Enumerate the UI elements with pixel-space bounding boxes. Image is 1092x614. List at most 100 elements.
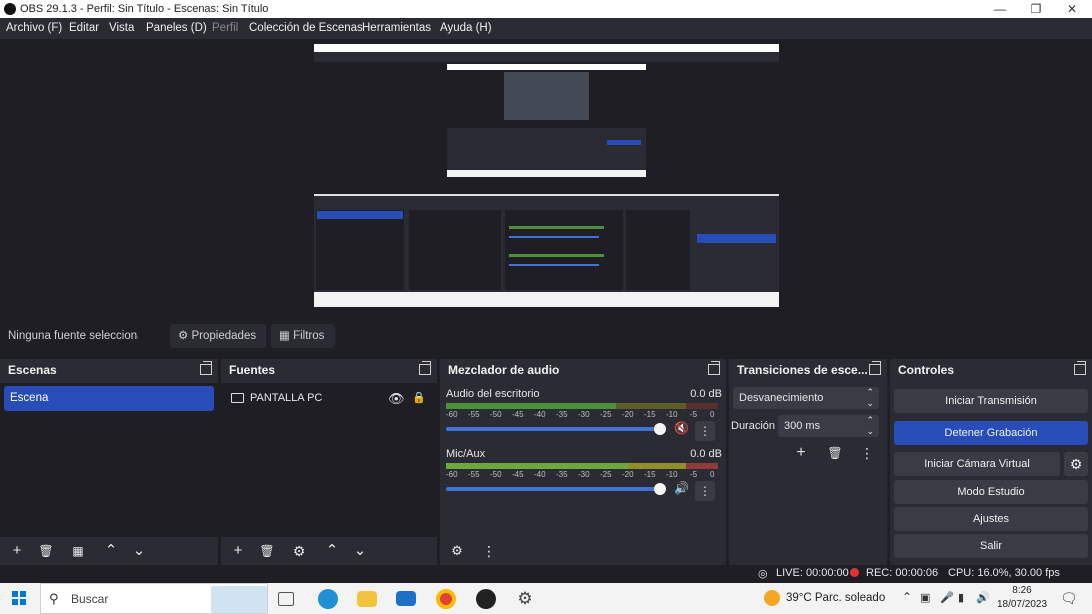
transition-selected: Desvanecimiento [739,392,824,404]
obs-logo-icon [4,3,16,15]
scene-item[interactable]: Escena [4,386,214,411]
undock-icon[interactable] [869,361,881,375]
windows-start-icon[interactable] [12,591,26,605]
start-virtual-camera-button[interactable]: Iniciar Cámara Virtual [894,452,1060,476]
controls-header: Controles [890,359,1092,381]
search-icon: ⚲ [49,591,59,606]
undock-icon[interactable] [419,361,431,375]
mixer-channels: Audio del escritorio 0.0 dB -60 -55 -50 … [440,383,726,537]
battery-icon[interactable]: ▮ [958,591,964,604]
taskbar-search-box[interactable]: ⚲ Buscar [40,583,268,614]
stop-recording-button[interactable]: Detener Grabación [894,421,1088,445]
more-options-icon[interactable]: ⋮ [695,421,715,441]
scenes-title: Escenas [8,363,57,377]
cpu-fps: CPU: 16.0%, 30.00 fps [948,567,1060,579]
spin-arrows-icon[interactable]: ⌃ ⌄ [866,415,874,437]
trash-icon[interactable]: 🗑 [35,541,57,561]
nested-menubar [314,52,779,62]
search-highlight-image [211,586,267,613]
file-explorer-icon[interactable] [357,591,377,607]
more-options-icon[interactable]: ⋮ [695,481,715,501]
filters-button[interactable]: ▦ Filtros [271,324,335,348]
meter-ticks: -60 -55 -50 -45 -40 -35 -30 -25 -20 -15 … [446,470,715,479]
undock-icon[interactable] [200,361,212,375]
preview-canvas[interactable] [314,44,779,307]
muted-speaker-icon[interactable]: 🔇 [674,421,689,435]
menu-paneles[interactable]: Paneles (D) [146,22,207,34]
scenes-header: Escenas [0,359,218,381]
menu-editar[interactable]: Editar [69,22,99,34]
lock-icon[interactable]: 🔒 [412,386,426,411]
move-up-icon[interactable]: ⌃ [321,541,343,561]
restore-icon[interactable]: ❐ [1018,0,1054,18]
sources-list: PANTALLA PC 👁 🔒 [221,383,437,537]
scene-filters-icon[interactable]: ▦ [67,541,89,561]
task-view-icon[interactable] [278,592,294,606]
menu-coleccion-escenas[interactable]: Colección de Escenas [249,22,363,34]
menu-ayuda[interactable]: Ayuda (H) [440,22,492,34]
volume-icon[interactable]: 🔊 [976,591,990,604]
exit-button[interactable]: Salir [894,534,1088,558]
trash-icon[interactable]: 🗑 [256,541,278,561]
sources-dock: Fuentes PANTALLA PC 👁 🔒 + 🗑 ⚙ ⌃ ⌄ [221,359,437,565]
add-icon[interactable]: + [227,541,249,561]
chrome-icon[interactable] [436,589,456,609]
add-transition-icon[interactable]: + [791,443,811,463]
notifications-icon[interactable]: 🗨 [1060,590,1078,607]
volume-slider-handle[interactable] [654,483,666,495]
more-options-icon[interactable]: ⋮ [478,541,500,561]
source-item[interactable]: PANTALLA PC 👁 🔒 [225,386,433,411]
start-streaming-button[interactable]: Iniciar Transmisión [894,389,1088,413]
menu-vista[interactable]: Vista [109,22,134,34]
no-source-label: Ninguna fuente seleccionada [8,330,138,342]
menu-archivo[interactable]: Archivo (F) [6,22,62,34]
eye-icon[interactable]: 👁 [388,386,405,411]
filter-icon: ▦ [279,330,290,342]
live-icon: ◎ [758,568,768,580]
studio-mode-button[interactable]: Modo Estudio [894,480,1088,504]
volume-meter [446,403,718,409]
close-icon[interactable]: ✕ [1054,0,1090,18]
undock-icon[interactable] [708,361,720,375]
move-down-icon[interactable]: ⌄ [128,541,150,561]
volume-slider-handle[interactable] [654,423,666,435]
duration-spinbox[interactable]: 300 ms ⌃ ⌄ [778,415,879,437]
move-up-icon[interactable]: ⌃ [100,541,122,561]
clock-time[interactable]: 8:26 [1000,585,1044,596]
tray-device-icon[interactable]: ▣ [920,591,930,604]
advanced-audio-icon[interactable]: ⚙ [446,541,468,561]
volume-slider[interactable] [446,423,666,435]
channel-name: Mic/Aux [446,448,486,460]
transition-select[interactable]: Desvanecimiento ⌃ ⌄ [733,387,879,409]
gear-icon[interactable]: ⚙ [288,541,310,561]
status-bar: ◎ LIVE: 00:00:00 REC: 00:00:06 CPU: 16.0… [0,565,1092,583]
microphone-icon[interactable]: 🎤 [940,591,954,604]
mixer-title: Mezclador de audio [448,363,560,377]
volume-slider[interactable] [446,483,666,495]
virtual-camera-settings-gear-icon[interactable]: ⚙ [1064,452,1088,476]
move-down-icon[interactable]: ⌄ [349,541,371,561]
duration-value: 300 ms [784,420,821,432]
settings-gear-icon[interactable]: ⚙ [515,589,535,609]
menu-herramientas[interactable]: Herramientas [362,22,431,34]
properties-button[interactable]: ⚙ Propiedades [170,324,266,348]
settings-button[interactable]: Ajustes [894,507,1088,531]
minimize-icon[interactable]: — [982,0,1018,18]
edge-icon[interactable] [318,589,338,609]
chevron-up-icon[interactable]: ⌃ [902,590,912,604]
nested-taskbar [314,292,779,307]
mixer-toolbar: ⚙ ⋮ [440,537,726,565]
mail-icon[interactable] [396,591,416,606]
speaker-icon[interactable]: 🔊 [674,481,689,495]
sources-toolbar: + 🗑 ⚙ ⌃ ⌄ [221,537,437,565]
weather-text[interactable]: 39°C Parc. soleado [786,592,885,604]
clock-date[interactable]: 18/07/2023 [996,599,1048,610]
sources-title: Fuentes [229,363,276,377]
more-options-icon[interactable]: ⋮ [857,443,877,463]
add-icon[interactable]: + [6,541,28,561]
menu-perfil[interactable]: Perfil [212,22,238,34]
undock-icon[interactable] [1074,361,1086,375]
obs-taskbar-icon[interactable] [476,589,496,609]
audio-mixer-dock: Mezclador de audio Audio del escritorio … [440,359,726,565]
trash-icon[interactable]: 🗑 [825,443,845,463]
